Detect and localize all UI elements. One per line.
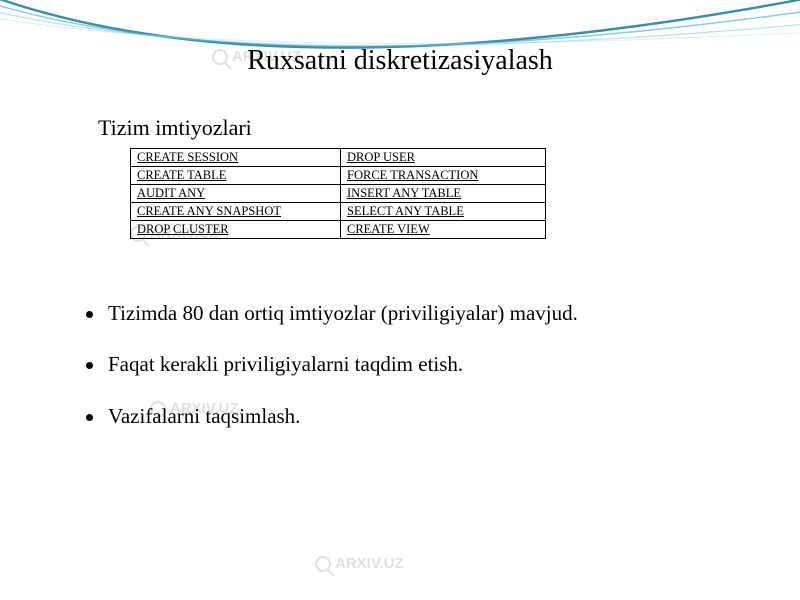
privilege-cell: CREATE SESSION (131, 149, 341, 167)
privilege-cell: SELECT ANY TABLE (341, 203, 546, 221)
section-subtitle: Tizim imtiyozlari (98, 115, 252, 141)
table-row: CREATE ANY SNAPSHOT SELECT ANY TABLE (131, 203, 546, 221)
magnifier-icon (315, 556, 331, 572)
list-item: Vazifalarni taqsimlash. (86, 403, 726, 430)
privilege-cell: CREATE VIEW (341, 221, 546, 239)
list-item: Faqat kerakli priviligiyalarni taqdim et… (86, 351, 726, 378)
slide-title: Ruxsatni diskretizasiyalash (0, 45, 800, 77)
list-item: Tizimda 80 dan ortiq imtiyozlar (privili… (86, 300, 726, 327)
privilege-cell: DROP CLUSTER (131, 221, 341, 239)
privilege-cell: CREATE TABLE (131, 167, 341, 185)
privilege-cell: INSERT ANY TABLE (341, 185, 546, 203)
privilege-cell: DROP USER (341, 149, 546, 167)
table-row: CREATE TABLE FORCE TRANSACTION (131, 167, 546, 185)
bullet-list: Tizimda 80 dan ortiq imtiyozlar (privili… (86, 300, 726, 454)
table-row: CREATE SESSION DROP USER (131, 149, 546, 167)
table-row: AUDIT ANY INSERT ANY TABLE (131, 185, 546, 203)
watermark: ARXIV.UZ (315, 555, 404, 572)
privilege-cell: FORCE TRANSACTION (341, 167, 546, 185)
privilege-cell: CREATE ANY SNAPSHOT (131, 203, 341, 221)
privilege-cell: AUDIT ANY (131, 185, 341, 203)
table-row: DROP CLUSTER CREATE VIEW (131, 221, 546, 239)
privileges-table: CREATE SESSION DROP USER CREATE TABLE FO… (130, 148, 546, 239)
